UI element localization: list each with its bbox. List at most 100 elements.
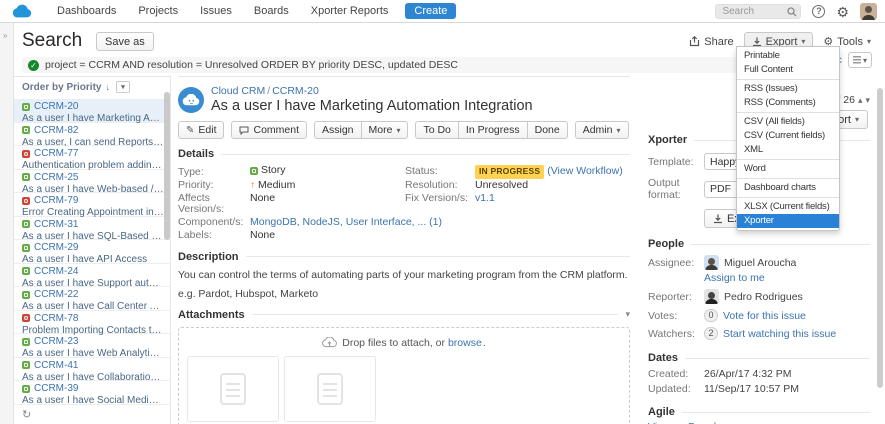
issue-list-item[interactable]: CCRM-39 As a user I have Social Media Ma… <box>14 381 170 406</box>
affects-version-label: Affects Version/s: <box>178 191 225 216</box>
page-scrollbar[interactable] <box>877 88 883 388</box>
issue-title: As a user I have Marketing Automation In… <box>211 98 533 114</box>
save-as-button[interactable]: Save as <box>96 32 154 51</box>
issue-list-item[interactable]: CCRM-23 As a user I have Web Analytics I… <box>14 334 170 359</box>
issue-type-icon <box>22 314 30 322</box>
watch-link[interactable]: Start watching this issue <box>723 328 836 340</box>
attachment-dropzone[interactable]: Drop files to attach, or browse. ReportS… <box>178 326 630 424</box>
edit-button[interactable]: ✎ Edit <box>178 121 225 139</box>
collapse-rail: » <box>0 23 14 424</box>
export-menu-item[interactable]: XML <box>737 143 839 157</box>
created-label: Created: <box>648 368 689 380</box>
order-by-control[interactable]: Order by Priority ↓ ▾ <box>14 77 170 96</box>
done-transition-button[interactable]: Done <box>527 121 568 139</box>
issue-key: CCRM-39 <box>34 383 79 394</box>
previous-issue-icon[interactable]: ▴ <box>858 95 863 106</box>
export-menu-item[interactable]: Full Content <box>737 63 839 77</box>
issue-key: CCRM-22 <box>34 289 79 300</box>
export-menu-item[interactable]: Printable <box>737 49 839 63</box>
nav-menu-item[interactable]: Xporter Reports <box>300 0 400 22</box>
breadcrumb-issue-link[interactable]: CCRM-20 <box>272 85 319 97</box>
view-workflow-link[interactable]: (View Workflow) <box>547 165 622 178</box>
created-value: 26/Apr/17 4:32 PM <box>704 368 792 380</box>
create-button[interactable]: Create <box>405 3 457 19</box>
admin-button[interactable]: Admin ▾ <box>574 121 629 139</box>
issue-list-item[interactable]: CCRM-24 As a user I have Support automat… <box>14 264 170 289</box>
share-button[interactable]: Share <box>689 36 734 48</box>
details-fields: Type: Story Priority: ↑ Medium Affects Ve… <box>178 164 630 242</box>
order-by-label: Order by Priority <box>22 81 102 93</box>
layout-switcher-button[interactable]: ▾ <box>848 52 872 68</box>
order-by-dropdown-icon[interactable]: ▾ <box>115 81 130 93</box>
output-format-label: Output format: <box>648 177 681 201</box>
assign-to-me-link[interactable]: Assign to me <box>704 272 765 284</box>
app-logo-cloud-icon[interactable] <box>12 4 32 19</box>
attachment-thumbnail[interactable] <box>187 355 279 422</box>
attachment-thumbnail[interactable] <box>284 355 376 422</box>
list-layout-icon <box>852 56 861 64</box>
issue-list-item[interactable]: CCRM-41 As a user I have Collaboration s… <box>14 358 170 383</box>
assignee-name[interactable]: Miguel Aroucha <box>724 257 796 269</box>
issue-list-item[interactable]: CCRM-20 As a user I have Marketing Autom… <box>14 99 170 124</box>
issue-list-item[interactable]: CCRM-79 Error Creating Appointment in Cl… <box>14 193 170 218</box>
components-links[interactable]: MongoDB, NodeJS, User Interface, ... (1) <box>250 217 442 229</box>
issue-list-item[interactable]: CCRM-25 As a user I have Web-based / Clo… <box>14 170 170 195</box>
issue-summary: As a user, I can send Reports via e-mail <box>22 136 164 148</box>
issue-list-item[interactable]: CCRM-29 As a user I have API Access <box>14 240 170 265</box>
next-issue-icon[interactable]: ▾ <box>865 95 870 106</box>
todo-transition-button[interactable]: To Do <box>415 121 459 139</box>
nav-menu-item[interactable]: Boards <box>243 0 300 22</box>
issue-list-item[interactable]: CCRM-31 As a user I have SQL-Based Repor… <box>14 217 170 242</box>
export-menu-item[interactable]: Xporter <box>737 214 839 228</box>
issue-type-icon <box>22 267 30 275</box>
more-button[interactable]: More ▾ <box>361 121 409 139</box>
gear-icon[interactable]: ⚙ <box>836 5 849 19</box>
top-navbar: Dashboards Projects Issues Boards Xporte… <box>0 0 885 23</box>
sort-direction-icon: ↓ <box>105 82 110 92</box>
user-avatar[interactable] <box>860 3 877 20</box>
export-menu-item[interactable]: CSV (Current fields) <box>737 129 839 143</box>
list-footer: ↻ <box>14 406 170 424</box>
vote-link[interactable]: Vote for this issue <box>723 310 806 322</box>
breadcrumb-project-link[interactable]: Cloud CRM <box>211 85 265 97</box>
assign-button[interactable]: Assign <box>314 121 362 139</box>
attachments-collapse-icon[interactable]: ▾ <box>625 309 630 320</box>
export-menu-item[interactable]: CSV (All fields) <box>737 112 839 129</box>
comment-button[interactable]: Comment <box>231 121 307 139</box>
download-icon <box>752 37 761 46</box>
issue-summary: As a user I have Web-based / Cloud-Based… <box>22 183 164 195</box>
fix-version-link[interactable]: v1.1 <box>475 192 495 205</box>
nav-menu-item[interactable]: Projects <box>127 0 189 22</box>
issue-list-item[interactable]: CCRM-82 As a user, I can send Reports vi… <box>14 123 170 148</box>
issue-summary: Authentication problem adding Relying Pa… <box>22 160 164 171</box>
export-menu-item[interactable]: XLSX (Current fields) <box>737 197 839 214</box>
issue-key: CCRM-41 <box>34 359 79 371</box>
refresh-icon[interactable]: ↻ <box>22 408 31 421</box>
priority-medium-icon: ↑ <box>250 179 255 191</box>
nav-menu-item[interactable]: Issues <box>189 0 243 22</box>
issue-key: CCRM-20 <box>34 101 79 112</box>
watchers-count-badge: 2 <box>704 327 718 340</box>
export-menu-item[interactable]: Dashboard charts <box>737 178 839 195</box>
labels-label: Labels: <box>178 229 212 242</box>
issue-key: CCRM-24 <box>34 265 79 277</box>
nav-menu: Dashboards Projects Issues Boards Xporte… <box>46 0 399 22</box>
export-menu-item[interactable]: Word <box>737 159 839 176</box>
issue-list-item[interactable]: CCRM-77 Authentication problem adding Re… <box>14 146 170 171</box>
nav-menu-item[interactable]: Dashboards <box>46 0 127 22</box>
export-menu-item[interactable]: RSS (Issues) <box>737 79 839 96</box>
attachments-section-header: Attachments ▾ <box>178 308 630 321</box>
issue-type-icon <box>22 243 30 252</box>
issue-key: CCRM-82 <box>34 124 79 136</box>
expand-sidebar-icon[interactable]: » <box>3 31 7 40</box>
issue-list-item[interactable]: CCRM-22 As a user I have Call Center Aut… <box>14 287 170 312</box>
export-menu-item[interactable]: RSS (Comments) <box>737 96 839 110</box>
people-section-header: People <box>648 238 870 250</box>
description-examples: e.g. Pardot, Hubspot, Marketo <box>178 287 319 300</box>
issue-list-item[interactable]: CCRM-78 Problem Importing Contacts to CR… <box>14 311 170 336</box>
in-progress-transition-button[interactable]: In Progress <box>458 121 528 139</box>
jql-query-bar[interactable]: ✓ project = CCRM AND resolution = Unreso… <box>22 57 834 73</box>
browse-link[interactable]: browse <box>448 337 482 349</box>
reporter-name[interactable]: Pedro Rodrigues <box>724 291 803 303</box>
help-icon[interactable]: ? <box>812 5 826 18</box>
